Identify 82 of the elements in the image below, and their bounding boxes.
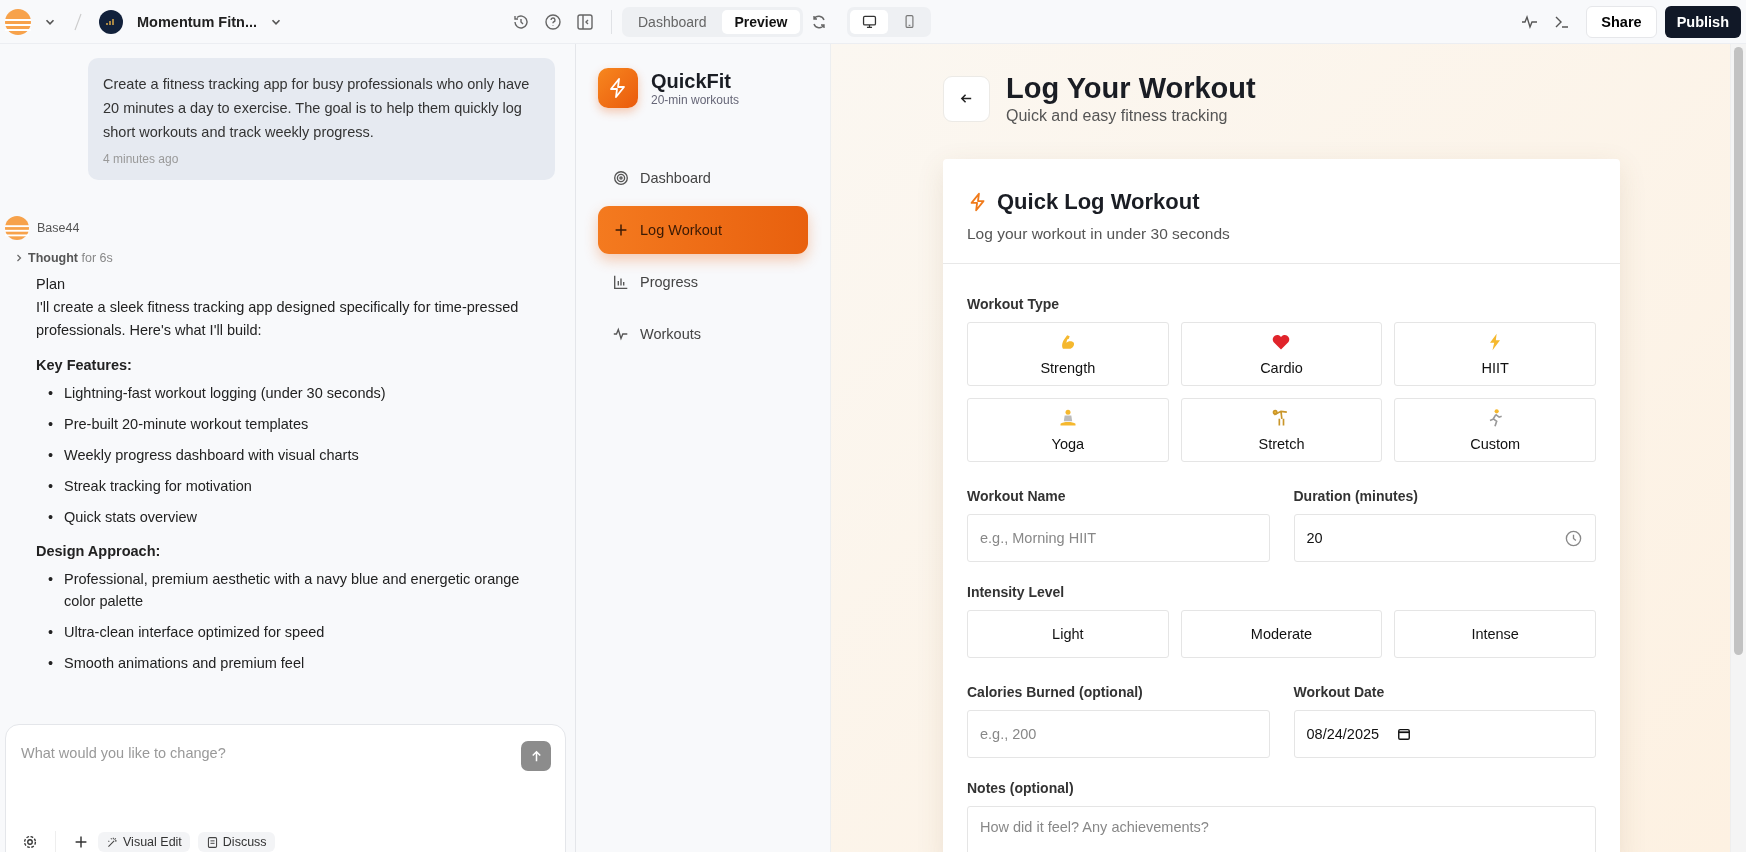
list-item: Professional, premium aesthetic with a navy blue and energetic orange color palette [64,570,521,611]
nav-item[interactable]: Log Workout [598,206,808,254]
app-name: QuickFit [651,69,732,93]
send-button[interactable] [521,741,551,771]
workout-name-field[interactable]: e.g., Morning HIIT [967,514,1270,562]
list-item: Smooth animations and premium feel [64,654,305,673]
bullet-mark: • [48,477,55,496]
project-name[interactable]: Momentum Fitn... [137,13,257,30]
message-heading: Key Features: [36,356,133,375]
field-label: Workout Type [967,296,1061,312]
calories-field[interactable]: e.g., 200 [967,710,1270,758]
tool-button[interactable]: Discuss [197,832,275,852]
list-item: Lightning-fast workout logging (under 30 seconds) [64,384,386,403]
field-label: Workout Date [1293,684,1386,700]
message-text: Plan [36,275,67,294]
app-tagline: 20-min workouts [651,92,740,107]
list-item: Weekly progress dashboard with visual charts [64,446,359,465]
workout-type-option[interactable]: Cardio [1180,322,1383,386]
field-label: Duration (minutes) [1293,488,1419,504]
view-tab[interactable]: Preview [721,9,801,34]
bullet-mark: • [48,446,55,465]
workout-type-option[interactable]: HIIT [1394,322,1596,386]
field-label: Workout Name [967,488,1067,504]
slash-icon [73,11,83,32]
tool-button[interactable]: Visual Edit [98,832,190,852]
message-text: Create a fitness tracking app for busy professionals who only have 20 minutes a day to exercise. The goal is to help them quickly log short workouts and track weekly progress. [103,75,531,142]
workout-type-option[interactable]: Strength [967,322,1169,386]
message-text: I'll create a sleek fitness tracking app designed specifically for time-pressed professionals. Here's what I'll build: [36,298,520,340]
date-field[interactable]: 08/24/2025 [1293,710,1596,758]
field-label: Calories Burned (optional) [967,684,1144,700]
help-icon[interactable] [543,11,563,32]
intensity-option[interactable]: Moderate [1180,610,1383,658]
field-label: Intensity Level [967,584,1066,600]
document-icon [205,835,219,849]
bar-chart-icon [612,273,630,291]
chat-input[interactable]: What would you like to change? Visual Edit Discuss [5,724,566,852]
list-item: Ultra-clean interface optimized for speed [64,623,325,642]
desktop-view-button[interactable] [850,9,889,34]
list-item: Pre-built 20-minute workout templates [64,415,309,434]
share-button[interactable]: Share [1586,5,1657,38]
view-tab[interactable]: Dashboard [625,9,720,34]
thought-toggle[interactable]: Thought for 6s [14,251,113,265]
workout-type-option[interactable]: Yoga [967,398,1169,462]
notes-field[interactable]: How did it feel? Any achievements? [967,806,1596,852]
bullet-mark: • [48,570,55,589]
settings-icon[interactable] [21,833,39,851]
card-subtitle: Log your workout in under 30 seconds [967,225,1231,243]
workout-type-option[interactable]: Custom [1394,398,1596,462]
monitor-icon [860,13,878,30]
card-title: Quick Log Workout [997,189,1200,215]
bullet-mark: • [48,508,55,527]
magic-wand-icon [106,835,119,849]
nav-item[interactable]: Dashboard [598,154,808,202]
message-heading: Design Approach: [36,542,162,561]
bullet-mark: • [48,654,55,673]
intensity-option[interactable]: Light [967,610,1169,658]
scrollbar[interactable] [1730,44,1746,852]
list-item: Streak tracking for motivation [64,477,252,496]
nav-item[interactable]: Progress [598,258,808,306]
assistant-name: Base44 [37,221,80,235]
assistant-avatar-icon [5,216,29,240]
clock-icon [1564,528,1583,548]
intensity-option[interactable]: Intense [1394,610,1596,658]
chevron-right-icon [14,253,24,263]
heart-icon [1271,332,1292,352]
page-title: Log Your Workout [1006,72,1256,105]
page-subtitle: Quick and easy fitness tracking [1006,107,1229,125]
nav-item[interactable]: Workouts [598,310,808,358]
app-logo-icon [598,68,638,108]
bullet-mark: • [48,415,55,434]
list-item: Quick stats overview [64,508,197,527]
duration-field[interactable]: 20 [1293,514,1596,562]
target-icon [612,169,630,187]
project-avatar-icon [99,9,123,34]
calendar-icon[interactable] [1397,727,1412,741]
bullet-mark: • [48,384,55,403]
bullet-mark: • [48,623,55,642]
message-time: 4 minutes ago [103,152,180,166]
sidebar-toggle-icon[interactable] [575,11,595,32]
workout-type-option[interactable]: Stretch [1180,398,1383,462]
field-label: Notes (optional) [967,780,1075,796]
publish-button[interactable]: Publish [1664,5,1741,38]
